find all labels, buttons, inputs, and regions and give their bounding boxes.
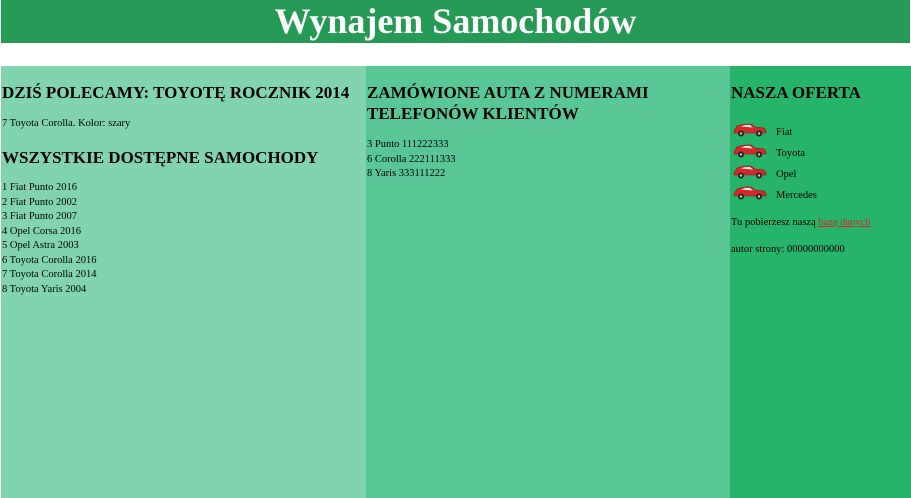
offer-item-mercedes: Mercedes bbox=[732, 181, 817, 202]
middle-column: ZAMÓWIONE AUTA Z NUMERAMI TELEFONÓW KLIE… bbox=[366, 66, 730, 498]
offer-label: Fiat bbox=[776, 127, 793, 138]
header-banner: Wynajem Samochodów bbox=[1, 0, 910, 43]
orders-heading: ZAMÓWIONE AUTA Z NUMERAMI TELEFONÓW KLIE… bbox=[367, 83, 649, 123]
left-column: DZIŚ POLECAMY: TOYOTĘ ROCZNIK 2014 7 Toy… bbox=[1, 66, 366, 498]
offer-heading: NASZA OFERTA bbox=[731, 83, 861, 102]
offer-label: Mercedes bbox=[776, 190, 817, 201]
list-item: 5 Opel Astra 2003 bbox=[2, 240, 79, 251]
offer-label: Opel bbox=[776, 169, 797, 180]
offer-item-opel: Opel bbox=[732, 160, 817, 181]
right-column: NASZA OFERTA Fiat Toyota Opel Mercedes T… bbox=[730, 66, 911, 498]
list-item: 3 Fiat Punto 2007 bbox=[2, 211, 77, 222]
database-link[interactable]: bazę danych bbox=[818, 217, 870, 228]
offer-label: Toyota bbox=[776, 148, 806, 159]
recommend-text: 7 Toyota Corolla. Kolor: szary bbox=[2, 118, 131, 129]
list-item: 6 Toyota Corolla 2016 bbox=[2, 254, 97, 266]
offer-item-fiat: Fiat bbox=[732, 118, 817, 139]
page-title: Wynajem Samochodów bbox=[274, 1, 637, 41]
all-cars-heading: WSZYSTKIE DOSTĘPNE SAMOCHODY bbox=[2, 148, 319, 167]
list-item: 4 Opel Corsa 2016 bbox=[2, 225, 82, 237]
red-car-icon bbox=[733, 186, 767, 199]
list-item: 8 Yaris 333111222 bbox=[367, 168, 446, 179]
red-car-icon bbox=[733, 144, 767, 157]
list-item: 7 Toyota Corolla 2014 bbox=[2, 269, 97, 280]
red-car-icon bbox=[733, 123, 767, 136]
author-text: autor strony: 00000000000 bbox=[731, 244, 845, 255]
download-paragraph: Tu pobierzesz naszą bazę danych bbox=[731, 216, 871, 231]
download-text: Tu pobierzesz naszą bbox=[731, 217, 816, 228]
offer-item-toyota: Toyota bbox=[732, 139, 817, 160]
red-car-icon bbox=[733, 165, 767, 178]
offer-list: Fiat Toyota Opel Mercedes bbox=[732, 118, 817, 202]
list-item: 6 Corolla 222111333 bbox=[367, 153, 456, 165]
list-item: 1 Fiat Punto 2016 bbox=[2, 182, 77, 193]
recommend-heading: DZIŚ POLECAMY: TOYOTĘ ROCZNIK 2014 bbox=[2, 83, 350, 102]
all-cars-list: 1 Fiat Punto 2016 2 Fiat Punto 2002 3 Fi… bbox=[2, 181, 96, 297]
list-item: 2 Fiat Punto 2002 bbox=[2, 196, 77, 208]
orders-list: 3 Punto 111222333 6 Corolla 222111333 8 … bbox=[367, 138, 455, 182]
list-item: 3 Punto 111222333 bbox=[367, 139, 449, 150]
list-item: 8 Toyota Yaris 2004 bbox=[2, 283, 87, 295]
